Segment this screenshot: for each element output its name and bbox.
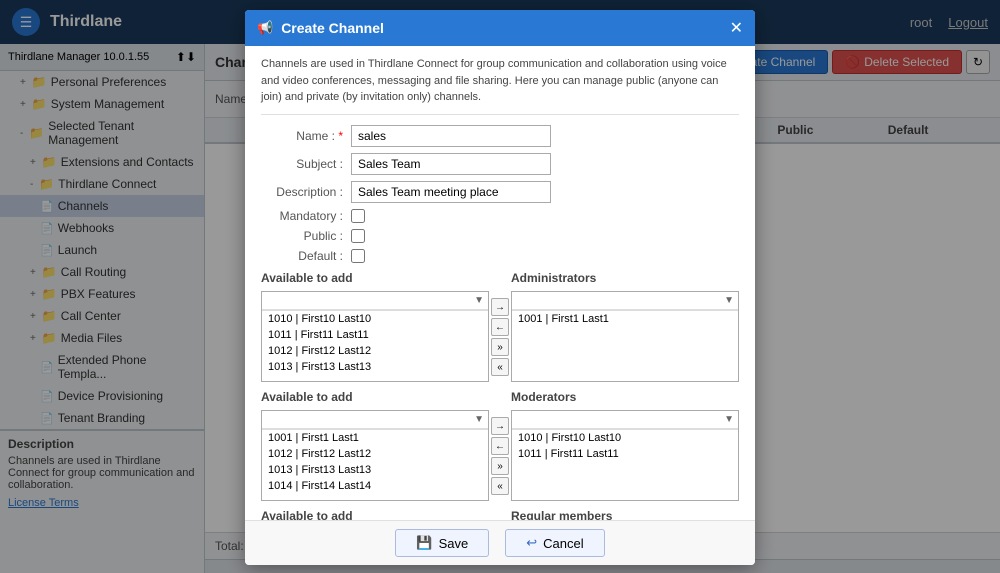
list-item[interactable]: 1012 | First12 Last12 <box>262 446 488 462</box>
add-all-button[interactable]: » <box>491 338 509 356</box>
admins-filter-row: ▼ <box>262 292 488 311</box>
admins-available-filter[interactable] <box>262 293 488 310</box>
moderators-available-filter[interactable] <box>262 412 488 429</box>
subject-field-row: Subject : <box>261 153 739 175</box>
list-item[interactable]: 1013 | First13 Last13 <box>262 359 488 375</box>
mandatory-field-row: Mandatory : <box>261 209 739 223</box>
members-available-col: Available to add ▼ 1024 | First24 Last24… <box>261 507 489 521</box>
remove-one-button[interactable]: ← <box>491 437 509 455</box>
moderators-available-wrap: ▼ 1001 | First1 Last1 1012 | First12 Las… <box>261 410 489 501</box>
moderators-selected-filter-row: ▼ <box>512 411 738 430</box>
cancel-icon: ↩ <box>526 535 537 551</box>
modal-overlay: 📢 Create Channel ✕ Channels are used in … <box>0 0 1000 573</box>
description-input[interactable] <box>351 181 551 203</box>
moderators-available-list[interactable]: 1001 | First1 Last1 1012 | First12 Last1… <box>262 430 488 500</box>
save-button[interactable]: 💾 Save <box>395 529 489 557</box>
filter-icon: ▼ <box>724 295 734 306</box>
default-field-row: Default : <box>261 249 739 263</box>
modal-body: Channels are used in Thirdlane Connect f… <box>245 46 755 520</box>
modal-title: Create Channel <box>281 20 721 36</box>
admins-selected-wrap: ▼ 1001 | First1 Last1 <box>511 291 739 382</box>
moderators-selected-label: Moderators <box>511 388 739 406</box>
admins-available-wrap: ▼ 1010 | First10 Last10 1011 | First11 L… <box>261 291 489 382</box>
admins-available-label: Available to add <box>261 269 489 287</box>
admins-transfer-buttons: → ← » « <box>489 269 511 382</box>
add-all-button[interactable]: » <box>491 457 509 475</box>
modal-description: Channels are used in Thirdlane Connect f… <box>261 56 739 115</box>
list-item[interactable]: 1013 | First13 Last13 <box>262 462 488 478</box>
moderators-selected-filter[interactable] <box>512 412 738 429</box>
subject-input[interactable] <box>351 153 551 175</box>
default-checkbox[interactable] <box>351 249 365 263</box>
members-selected-label: Regular members <box>511 507 739 521</box>
moderators-transfer-row: Available to add ▼ 1001 | First1 Last1 1… <box>261 388 739 501</box>
members-available-label: Available to add <box>261 507 489 521</box>
cancel-label: Cancel <box>543 536 583 551</box>
list-item[interactable]: 1014 | First14 Last14 <box>262 478 488 494</box>
description-field-row: Description : <box>261 181 739 203</box>
modal-close-button[interactable]: ✕ <box>730 18 743 38</box>
name-input[interactable] <box>351 125 551 147</box>
default-field-label: Default : <box>261 249 351 263</box>
modal-icon: 📢 <box>257 20 273 36</box>
admins-selected-filter-row: ▼ <box>512 292 738 311</box>
moderators-selected-col: Moderators ▼ 1010 | First10 Last10 1011 … <box>511 388 739 501</box>
moderators-transfer-buttons: → ← » « <box>489 388 511 501</box>
name-field-row: Name : <box>261 125 739 147</box>
admins-available-col: Available to add ▼ 1010 | First10 Last10… <box>261 269 489 382</box>
list-item[interactable]: 1001 | First1 Last1 <box>262 430 488 446</box>
public-field-row: Public : <box>261 229 739 243</box>
list-item[interactable]: 1012 | First12 Last12 <box>262 343 488 359</box>
modal-header: 📢 Create Channel ✕ <box>245 10 755 46</box>
list-item[interactable]: 1010 | First10 Last10 <box>512 430 738 446</box>
add-one-button[interactable]: → <box>491 298 509 316</box>
filter-icon: ▼ <box>474 414 484 425</box>
remove-all-button[interactable]: « <box>491 358 509 376</box>
list-item[interactable]: 1011 | First11 Last11 <box>262 327 488 343</box>
list-item[interactable]: 1010 | First10 Last10 <box>262 311 488 327</box>
moderators-transfer-section: Available to add ▼ 1001 | First1 Last1 1… <box>261 388 739 501</box>
moderators-selected-list[interactable]: 1010 | First10 Last10 1011 | First11 Las… <box>512 430 738 500</box>
remove-all-button[interactable]: « <box>491 477 509 495</box>
members-transfer-buttons: → ← » « <box>489 507 511 521</box>
members-selected-col: Regular members ▼ 1020 | First20 Last20 … <box>511 507 739 521</box>
remove-one-button[interactable]: ← <box>491 318 509 336</box>
save-label: Save <box>439 536 469 551</box>
moderators-selected-wrap: ▼ 1010 | First10 Last10 1011 | First11 L… <box>511 410 739 501</box>
filter-icon: ▼ <box>724 414 734 425</box>
list-item[interactable]: 1001 | First1 Last1 <box>512 311 738 327</box>
modal-footer: 💾 Save ↩ Cancel <box>245 520 755 565</box>
filter-icon: ▼ <box>474 295 484 306</box>
members-transfer-section: Available to add ▼ 1024 | First24 Last24… <box>261 507 739 521</box>
public-checkbox[interactable] <box>351 229 365 243</box>
create-channel-modal: 📢 Create Channel ✕ Channels are used in … <box>245 10 755 565</box>
admins-selected-label: Administrators <box>511 269 739 287</box>
mandatory-field-label: Mandatory : <box>261 209 351 223</box>
admins-available-list[interactable]: 1010 | First10 Last10 1011 | First11 Las… <box>262 311 488 381</box>
add-one-button[interactable]: → <box>491 417 509 435</box>
list-item[interactable]: 1011 | First11 Last11 <box>512 446 738 462</box>
subject-field-label: Subject : <box>261 157 351 171</box>
admins-transfer-row: Available to add ▼ 1010 | First10 Last10… <box>261 269 739 382</box>
members-transfer-row: Available to add ▼ 1024 | First24 Last24… <box>261 507 739 521</box>
save-icon: 💾 <box>416 535 432 551</box>
moderators-filter-row: ▼ <box>262 411 488 430</box>
description-field-label: Description : <box>261 185 351 199</box>
public-field-label: Public : <box>261 229 351 243</box>
mandatory-checkbox[interactable] <box>351 209 365 223</box>
admins-selected-filter[interactable] <box>512 293 738 310</box>
cancel-button[interactable]: ↩ Cancel <box>505 529 604 557</box>
moderators-available-col: Available to add ▼ 1001 | First1 Last1 1… <box>261 388 489 501</box>
admins-selected-list[interactable]: 1001 | First1 Last1 <box>512 311 738 381</box>
name-field-label: Name : <box>261 129 351 143</box>
moderators-available-label: Available to add <box>261 388 489 406</box>
admins-transfer-section: Available to add ▼ 1010 | First10 Last10… <box>261 269 739 382</box>
admins-selected-col: Administrators ▼ 1001 | First1 Last1 <box>511 269 739 382</box>
